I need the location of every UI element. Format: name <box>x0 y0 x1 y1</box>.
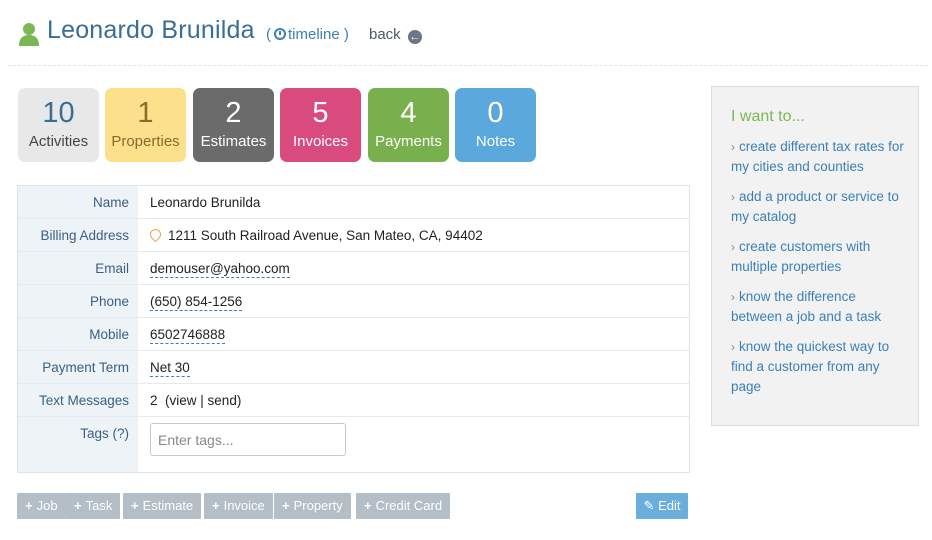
tile-label: Invoices <box>292 133 349 150</box>
add-credit-card-button[interactable]: + Credit Card <box>356 493 451 519</box>
add-invoice-button[interactable]: + Invoice <box>204 493 273 519</box>
tile-label: Activities <box>28 133 89 150</box>
tile-label: Properties <box>111 133 180 150</box>
add-job-button[interactable]: + Job <box>17 493 66 519</box>
detail-label: Mobile <box>89 327 129 342</box>
chevron-right-icon: › <box>731 290 735 304</box>
back-arrow-circle-icon: ← <box>407 30 422 44</box>
tile-label: Payments <box>375 133 442 150</box>
plus-icon: + <box>131 498 139 513</box>
detail-row-tags: Tags (?) <box>18 417 689 472</box>
map-pin-icon[interactable] <box>147 226 164 243</box>
tile-count: 5 <box>312 97 329 129</box>
billing-address-value: 1211 South Railroad Avenue, San Mateo, C… <box>168 228 483 243</box>
detail-label: Phone <box>89 294 129 309</box>
edit-icon: ✎ <box>643 498 655 513</box>
help-link[interactable]: › create different tax rates for my citie… <box>731 137 906 177</box>
page-header: Leonardo Brunilda (timeline ) back ← <box>0 0 932 66</box>
detail-row-text-messages: Text Messages 2 (view | send) <box>18 384 689 417</box>
text-messages-view-link[interactable]: view <box>170 393 197 408</box>
plus-icon: + <box>364 498 372 513</box>
text-messages-count: 2 <box>150 393 158 408</box>
detail-label: Payment Term <box>42 360 129 375</box>
back-label: back <box>369 26 401 43</box>
help-panel-heading: I want to... <box>731 108 805 125</box>
detail-row-phone: Phone (650) 854-1256 <box>18 285 689 318</box>
tile-notes[interactable]: 0 Notes <box>455 88 536 162</box>
detail-row-email: Email demouser@yahoo.com <box>18 252 689 285</box>
tile-payments[interactable]: 4 Payments <box>368 88 449 162</box>
timeline-link[interactable]: (timeline ) <box>266 26 349 43</box>
tags-help-link[interactable]: (?) <box>113 426 130 441</box>
help-links: › create different tax rates for my citie… <box>731 137 906 407</box>
edit-button[interactable]: ✎ Edit <box>636 493 688 519</box>
help-link[interactable]: › create customers with multiple properti… <box>731 237 906 277</box>
help-panel: I want to... › create different tax rates… <box>711 86 919 426</box>
detail-row-mobile: Mobile 6502746888 <box>18 318 689 351</box>
detail-label: Tags <box>80 426 109 441</box>
tile-count: 1 <box>137 97 154 129</box>
detail-row-payment-term: Payment Term Net 30 <box>18 351 689 384</box>
tile-estimates[interactable]: 2 Estimates <box>193 88 274 162</box>
detail-label: Email <box>95 261 129 276</box>
tile-count: 4 <box>400 97 417 129</box>
help-link[interactable]: › add a product or service to my catalog <box>731 187 906 227</box>
add-estimate-button[interactable]: + Estimate <box>123 493 202 519</box>
payment-term-value[interactable]: Net 30 <box>150 360 190 377</box>
tile-label: Notes <box>475 133 516 150</box>
customer-details-table: Name Leonardo Brunilda Billing Address 1… <box>17 185 690 473</box>
detail-label: Text Messages <box>38 393 129 408</box>
tile-count: 2 <box>225 97 242 129</box>
tile-invoices[interactable]: 5 Invoices <box>280 88 361 162</box>
text-messages-send-link[interactable]: send <box>208 393 237 408</box>
page-title: Leonardo Brunilda <box>47 16 255 44</box>
add-property-button[interactable]: + Property <box>274 493 351 519</box>
chevron-right-icon: › <box>731 340 735 354</box>
plus-icon: + <box>74 498 82 513</box>
tile-count: 10 <box>42 97 75 129</box>
clock-icon <box>274 28 286 40</box>
detail-label: Billing Address <box>40 228 129 243</box>
detail-row-billing-address: Billing Address 1211 South Railroad Aven… <box>18 219 689 252</box>
tile-count: 0 <box>487 97 504 129</box>
timeline-label: timeline <box>288 26 340 43</box>
chevron-right-icon: › <box>731 240 735 254</box>
plus-icon: + <box>25 498 33 513</box>
mobile-value[interactable]: 6502746888 <box>150 327 226 344</box>
detail-label: Name <box>92 195 129 210</box>
phone-value[interactable]: (650) 854-1256 <box>150 294 243 311</box>
plus-icon: + <box>212 498 220 513</box>
add-task-button[interactable]: + Task <box>66 493 121 519</box>
back-link[interactable]: back ← <box>369 26 422 44</box>
help-link[interactable]: › know the quickest way to find a custome… <box>731 337 906 397</box>
chevron-right-icon: › <box>731 140 735 154</box>
tags-input[interactable] <box>150 423 346 456</box>
help-link[interactable]: › know the difference between a job and a… <box>731 287 906 327</box>
email-value[interactable]: demouser@yahoo.com <box>150 261 290 278</box>
name-value: Leonardo Brunilda <box>150 195 261 210</box>
tile-activities[interactable]: 10 Activities <box>18 88 99 162</box>
person-icon <box>19 23 39 46</box>
detail-row-name: Name Leonardo Brunilda <box>18 186 689 219</box>
header-divider <box>8 65 928 66</box>
tile-properties[interactable]: 1 Properties <box>105 88 186 162</box>
tile-label: Estimates <box>200 133 267 150</box>
chevron-right-icon: › <box>731 190 735 204</box>
plus-icon: + <box>282 498 290 513</box>
